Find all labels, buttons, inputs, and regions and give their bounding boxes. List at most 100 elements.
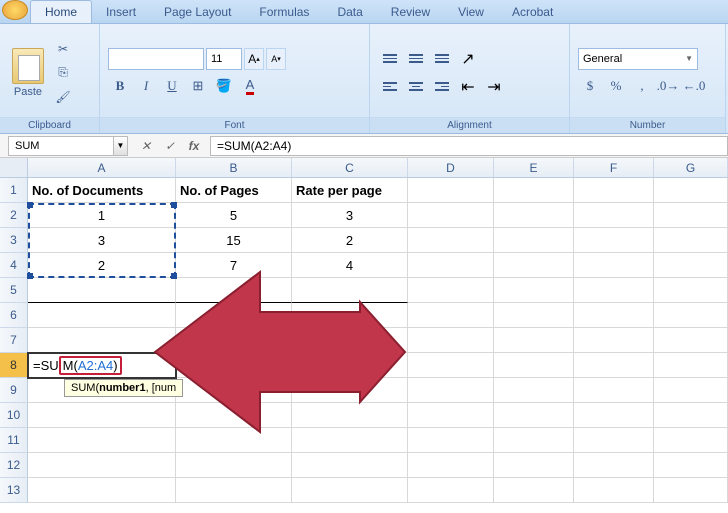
cell-c1[interactable]: Rate per page — [292, 178, 408, 203]
cell-d10[interactable] — [408, 403, 494, 428]
cell-g12[interactable] — [654, 453, 728, 478]
cell-a2[interactable]: 1 — [28, 203, 176, 228]
format-painter-button[interactable]: 🖌 — [52, 86, 74, 108]
cell-d6[interactable] — [408, 303, 494, 328]
row-header-4[interactable]: 4 — [0, 253, 28, 278]
cell-f9[interactable] — [574, 378, 654, 403]
col-header-g[interactable]: G — [654, 158, 728, 177]
cell-g11[interactable] — [654, 428, 728, 453]
cell-e7[interactable] — [494, 328, 574, 353]
number-format-dropdown[interactable]: General ▼ — [578, 48, 698, 70]
cell-c2[interactable]: 3 — [292, 203, 408, 228]
col-header-b[interactable]: B — [176, 158, 292, 177]
paste-button[interactable]: Paste — [8, 44, 48, 102]
cell-c9[interactable] — [292, 378, 408, 403]
cell-g4[interactable] — [654, 253, 728, 278]
cell-b2[interactable]: 5 — [176, 203, 292, 228]
cell-a7[interactable] — [28, 328, 176, 353]
row-header-13[interactable]: 13 — [0, 478, 28, 503]
fx-button[interactable]: fx — [182, 136, 206, 156]
cell-b13[interactable] — [176, 478, 292, 503]
row-header-11[interactable]: 11 — [0, 428, 28, 453]
grow-font-button[interactable]: A▴ — [244, 48, 264, 70]
row-header-9[interactable]: 9 — [0, 378, 28, 403]
cell-a1[interactable]: No. of Documents — [28, 178, 176, 203]
cell-e11[interactable] — [494, 428, 574, 453]
cell-a11[interactable] — [28, 428, 176, 453]
formula-input[interactable]: =SUM(A2:A4) — [210, 136, 728, 156]
decrease-decimal-button[interactable]: ←.0 — [682, 74, 706, 98]
cut-button[interactable]: ✂ — [52, 38, 74, 60]
cell-c3[interactable]: 2 — [292, 228, 408, 253]
cell-d7[interactable] — [408, 328, 494, 353]
tab-insert[interactable]: Insert — [92, 1, 150, 23]
cell-f1[interactable] — [574, 178, 654, 203]
name-box-dropdown[interactable]: ▼ — [114, 136, 128, 156]
tab-review[interactable]: Review — [377, 1, 444, 23]
cell-g1[interactable] — [654, 178, 728, 203]
tab-page-layout[interactable]: Page Layout — [150, 1, 245, 23]
tab-data[interactable]: Data — [323, 1, 376, 23]
shrink-font-button[interactable]: A▾ — [266, 48, 286, 70]
cell-c6[interactable] — [292, 303, 408, 328]
comma-button[interactable]: , — [630, 74, 654, 98]
cell-f6[interactable] — [574, 303, 654, 328]
cell-c13[interactable] — [292, 478, 408, 503]
name-box[interactable]: SUM — [8, 136, 114, 156]
cell-d9[interactable] — [408, 378, 494, 403]
cell-f11[interactable] — [574, 428, 654, 453]
tab-view[interactable]: View — [444, 1, 498, 23]
orientation-button[interactable]: ↗ — [456, 47, 480, 71]
cell-b9[interactable] — [176, 378, 292, 403]
cell-a3[interactable]: 3 — [28, 228, 176, 253]
cell-b4[interactable]: 7 — [176, 253, 292, 278]
cell-c7[interactable] — [292, 328, 408, 353]
cell-d4[interactable] — [408, 253, 494, 278]
cell-a5[interactable] — [28, 278, 176, 303]
cell-e10[interactable] — [494, 403, 574, 428]
font-color-button[interactable]: A — [238, 74, 262, 98]
cell-b1[interactable]: No. of Pages — [176, 178, 292, 203]
cell-e2[interactable] — [494, 203, 574, 228]
cell-f8[interactable] — [574, 353, 654, 378]
cell-d12[interactable] — [408, 453, 494, 478]
row-header-2[interactable]: 2 — [0, 203, 28, 228]
cell-c8[interactable] — [292, 353, 408, 378]
tab-formulas[interactable]: Formulas — [245, 1, 323, 23]
currency-button[interactable]: $ — [578, 74, 602, 98]
cell-g6[interactable] — [654, 303, 728, 328]
cell-e3[interactable] — [494, 228, 574, 253]
cell-b3[interactable]: 15 — [176, 228, 292, 253]
cell-b7[interactable] — [176, 328, 292, 353]
cell-e6[interactable] — [494, 303, 574, 328]
increase-indent-button[interactable]: ⇥ — [482, 75, 506, 99]
fill-color-button[interactable]: 🪣 — [212, 74, 236, 98]
cells-area[interactable]: No. of Documents No. of Pages Rate per p… — [28, 178, 728, 503]
align-left-button[interactable] — [378, 75, 402, 99]
cell-f2[interactable] — [574, 203, 654, 228]
cell-a13[interactable] — [28, 478, 176, 503]
align-center-button[interactable] — [404, 75, 428, 99]
cell-c11[interactable] — [292, 428, 408, 453]
underline-button[interactable]: U — [160, 74, 184, 98]
cell-b8[interactable] — [176, 353, 292, 378]
percent-button[interactable]: % — [604, 74, 628, 98]
cancel-formula-button[interactable]: ✕ — [134, 136, 158, 156]
cell-e9[interactable] — [494, 378, 574, 403]
row-header-8[interactable]: 8 — [0, 353, 28, 378]
cell-d2[interactable] — [408, 203, 494, 228]
col-header-d[interactable]: D — [408, 158, 494, 177]
cell-c4[interactable]: 4 — [292, 253, 408, 278]
cell-e12[interactable] — [494, 453, 574, 478]
decrease-indent-button[interactable]: ⇤ — [456, 75, 480, 99]
cell-d3[interactable] — [408, 228, 494, 253]
cell-c10[interactable] — [292, 403, 408, 428]
active-cell-editor[interactable]: =SUM(A2:A4) — [27, 352, 177, 379]
select-all-corner[interactable] — [0, 158, 28, 177]
cell-d5[interactable] — [408, 278, 494, 303]
cell-c5[interactable] — [292, 278, 408, 303]
row-header-12[interactable]: 12 — [0, 453, 28, 478]
cell-b12[interactable] — [176, 453, 292, 478]
increase-decimal-button[interactable]: .0→ — [656, 74, 680, 98]
cell-g9[interactable] — [654, 378, 728, 403]
